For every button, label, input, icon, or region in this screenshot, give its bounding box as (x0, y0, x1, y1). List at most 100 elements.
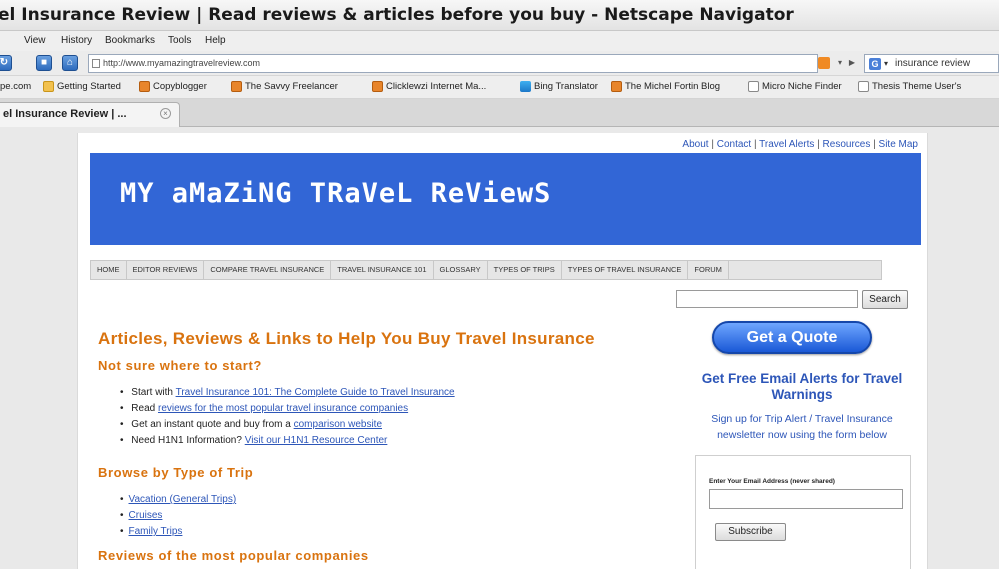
list-item: Cruises (120, 508, 236, 524)
page-icon (858, 81, 869, 92)
list-item: Family Trips (120, 524, 236, 540)
tab-bar: el Insurance Review | ... × (0, 99, 999, 127)
bookmark-item[interactable]: Micro Niche Finder (748, 81, 842, 92)
nav-home[interactable]: HOME (91, 261, 127, 279)
feed-icon (372, 81, 383, 92)
nav-forum[interactable]: FORUM (688, 261, 729, 279)
nav-editor-reviews[interactable]: EDITOR REVIEWS (127, 261, 205, 279)
feed-icon[interactable] (818, 57, 830, 69)
feed-icon (139, 81, 150, 92)
menu-history[interactable]: History (61, 31, 92, 51)
bookmark-item[interactable]: Thesis Theme User's (858, 81, 961, 92)
navigation-toolbar: ↻ ■ ⌂ http://www.myamazingtravelreview.c… (0, 51, 999, 76)
subscribe-button[interactable]: Subscribe (715, 523, 786, 541)
go-arrow-icon[interactable]: ▶ (846, 57, 858, 69)
page-icon (92, 59, 100, 68)
page-icon (748, 81, 759, 92)
list-item-text: Start with (131, 387, 176, 398)
nav-types-of-travel-insurance[interactable]: TYPES OF TRAVEL INSURANCE (562, 261, 689, 279)
bookmark-label: Copyblogger (153, 81, 207, 92)
link-contact[interactable]: Contact (717, 139, 751, 150)
list-item: Get an instant quote and buy from a comp… (120, 417, 455, 433)
menu-bar: View History Bookmarks Tools Help (0, 31, 999, 51)
site-search-button[interactable]: Search (862, 290, 908, 309)
nav-travel-insurance-101[interactable]: TRAVEL INSURANCE 101 (331, 261, 434, 279)
google-icon[interactable]: G (869, 58, 881, 70)
newsletter-form: Enter Your Email Address (never shared) … (695, 455, 911, 569)
list-item-text: Get an instant quote and buy from a (131, 419, 294, 430)
menu-tools[interactable]: Tools (168, 31, 191, 51)
address-bar[interactable]: http://www.myamazingtravelreview.com (88, 54, 818, 73)
bookmark-label: Bing Translator (534, 81, 598, 92)
link-resources[interactable]: Resources (823, 139, 871, 150)
link-site-map[interactable]: Site Map (879, 139, 918, 150)
site-nav-menu: HOME EDITOR REVIEWS COMPARE TRAVEL INSUR… (90, 260, 882, 280)
top-links: About | Contact | Travel Alerts | Resour… (682, 139, 918, 150)
search-engine-query: insurance review (895, 58, 971, 69)
list-item-link[interactable]: Cruises (129, 510, 163, 521)
bookmark-item[interactable]: pe.com (0, 81, 31, 92)
window-title: el Insurance Review | Read reviews & art… (0, 5, 794, 25)
bing-icon (520, 81, 531, 92)
dropdown-arrow-icon[interactable]: ▾ (834, 57, 846, 69)
nav-glossary[interactable]: GLOSSARY (434, 261, 488, 279)
bookmark-label: The Savvy Freelancer (245, 81, 338, 92)
get-a-quote-button[interactable]: Get a Quote (712, 321, 872, 354)
page-heading: Articles, Reviews & Links to Help You Bu… (98, 329, 595, 348)
menu-view[interactable]: View (24, 31, 46, 51)
list-item-text: Need H1N1 Information? (131, 435, 245, 446)
section-heading: Not sure where to start? (98, 358, 262, 373)
list-item-link[interactable]: Travel Insurance 101: The Complete Guide… (176, 387, 455, 398)
list-item-link[interactable]: Visit our H1N1 Resource Center (245, 435, 388, 446)
bookmark-item[interactable]: The Michel Fortin Blog (611, 81, 720, 92)
list-item-link[interactable]: Vacation (General Trips) (129, 494, 237, 505)
link-about[interactable]: About (682, 139, 708, 150)
list-item: Vacation (General Trips) (120, 492, 237, 508)
link-travel-alerts[interactable]: Travel Alerts (759, 139, 814, 150)
list-item-link[interactable]: reviews for the most popular travel insu… (158, 403, 408, 414)
feed-icon (231, 81, 242, 92)
list-item: Need H1N1 Information? Visit our H1N1 Re… (120, 433, 455, 449)
stop-icon[interactable]: ■ (36, 55, 52, 71)
nav-types-of-trips[interactable]: TYPES OF TRIPS (488, 261, 562, 279)
bookmark-label: Micro Niche Finder (762, 81, 842, 92)
bookmark-item[interactable]: Getting Started (43, 81, 121, 92)
bookmark-label: pe.com (0, 81, 32, 92)
email-alerts-title: Get Free Email Alerts for Travel Warning… (701, 371, 903, 402)
feed-icon (611, 81, 622, 92)
close-tab-icon[interactable]: × (160, 108, 171, 119)
start-list: Start with Travel Insurance 101: The Com… (120, 385, 455, 449)
nav-compare-travel-insurance[interactable]: COMPARE TRAVEL INSURANCE (204, 261, 332, 279)
bookmark-label: Getting Started (57, 81, 121, 92)
reload-icon[interactable]: ↻ (0, 55, 12, 71)
list-item-link[interactable]: Family Trips (129, 526, 183, 537)
bookmark-item[interactable]: The Savvy Freelancer (231, 81, 338, 92)
email-field[interactable] (709, 489, 903, 509)
email-alerts-description: Sign up for Trip Alert / Travel Insuranc… (711, 413, 893, 441)
page-viewport[interactable]: About | Contact | Travel Alerts | Resour… (0, 127, 999, 569)
email-label: Enter Your Email Address (never shared) (709, 478, 835, 485)
menu-help[interactable]: Help (205, 31, 226, 51)
web-page: About | Contact | Travel Alerts | Resour… (77, 133, 928, 569)
bookmark-item[interactable]: Bing Translator (520, 81, 598, 92)
site-search-input[interactable] (676, 290, 858, 308)
site-banner[interactable]: MY aMaZiNG TRaVeL ReViewS (90, 153, 921, 245)
list-item-text: Read (131, 403, 158, 414)
trip-type-list: Vacation (General Trips) Cruises Family … (120, 492, 237, 540)
bookmark-item[interactable]: Copyblogger (139, 81, 207, 92)
address-bar-url: http://www.myamazingtravelreview.com (103, 58, 261, 68)
bookmark-item[interactable]: Clicklewzi Internet Ma... (372, 81, 486, 92)
list-item-link[interactable]: comparison website (294, 419, 382, 430)
tab-label: el Insurance Review | ... (3, 108, 127, 120)
search-engine-dropdown-icon[interactable]: ▾ (884, 55, 888, 72)
bookmark-label: Clicklewzi Internet Ma... (386, 81, 487, 92)
home-icon[interactable]: ⌂ (62, 55, 78, 71)
browser-tab[interactable]: el Insurance Review | ... × (0, 102, 180, 127)
bookmarks-toolbar: pe.com Getting Started Copyblogger The S… (0, 76, 999, 99)
search-engine-box[interactable]: G ▾ insurance review (864, 54, 999, 73)
section-heading: Browse by Type of Trip (98, 465, 254, 480)
list-item: Read reviews for the most popular travel… (120, 401, 455, 417)
folder-icon (43, 81, 54, 92)
menu-bookmarks[interactable]: Bookmarks (105, 31, 155, 51)
section-heading: Reviews of the most popular companies (98, 548, 369, 563)
